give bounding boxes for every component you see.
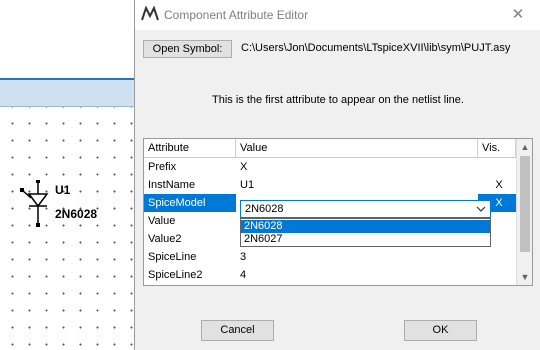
attribute-cell: Value	[148, 215, 176, 227]
spicemodel-combobox[interactable]: 2N6028	[240, 200, 491, 218]
pujt-symbol-icon[interactable]	[18, 180, 58, 230]
attribute-cell: InstName	[148, 179, 196, 191]
attribute-grid[interactable]: Attribute Value Vis. Prefix X InstName U…	[143, 138, 533, 286]
chevron-down-icon[interactable]	[476, 202, 486, 216]
attribute-cell: Prefix	[148, 161, 177, 173]
vertical-scrollbar[interactable]: ▲ ▼	[516, 139, 532, 285]
ltspice-app-icon	[141, 6, 159, 21]
component-attribute-editor-dialog: Component Attribute Editor ✕ Open Symbol…	[134, 0, 540, 350]
open-symbol-button[interactable]: Open Symbol:	[143, 40, 232, 58]
dropdown-option[interactable]: 2N6027	[241, 233, 490, 246]
table-row[interactable]: InstName U1 X	[144, 176, 516, 194]
visible-cell[interactable]	[478, 248, 516, 266]
component-part-label[interactable]: 2N6028	[55, 207, 97, 221]
attribute-cell: SpiceLine2	[148, 269, 203, 281]
table-row[interactable]: SpiceLine 3	[144, 248, 516, 266]
dialog-title: Component Attribute Editor	[164, 8, 309, 22]
attribute-cell: SpiceLine	[148, 251, 197, 263]
scrollbar-thumb[interactable]	[520, 156, 530, 252]
combobox-value: 2N6028	[245, 203, 284, 215]
value-cell[interactable]: X	[236, 158, 478, 176]
schematic-tab-strip	[0, 80, 134, 107]
dropdown-option[interactable]: 2N6028	[241, 220, 490, 233]
schematic-toolbar-area	[0, 0, 134, 78]
close-button[interactable]: ✕	[495, 0, 540, 30]
cancel-button[interactable]: Cancel	[201, 320, 274, 341]
scroll-up-icon[interactable]: ▲	[517, 139, 532, 155]
attribute-cell: SpiceModel	[144, 194, 236, 212]
value-cell[interactable]: 4	[236, 266, 478, 284]
scroll-down-icon[interactable]: ▼	[517, 269, 532, 285]
table-row[interactable]: SpiceLine2 4	[144, 266, 516, 284]
attribute-cell: Value2	[148, 233, 182, 245]
table-row[interactable]: Prefix X	[144, 158, 516, 176]
value-cell[interactable]: U1	[236, 176, 478, 194]
symbol-path: C:\Users\Jon\Documents\LTspiceXVII\lib\s…	[241, 42, 511, 54]
visible-cell[interactable]	[478, 266, 516, 284]
spicemodel-dropdown-list[interactable]: 2N6028 2N6027	[240, 218, 491, 247]
header-attribute[interactable]: Attribute	[144, 139, 236, 158]
ok-button[interactable]: OK	[404, 320, 477, 341]
header-visible[interactable]: Vis.	[478, 139, 516, 158]
visible-cell[interactable]: X	[478, 176, 516, 194]
title-bar[interactable]: Component Attribute Editor ✕	[135, 0, 540, 30]
value-cell[interactable]: 3	[236, 248, 478, 266]
netlist-info-text: This is the first attribute to appear on…	[212, 94, 464, 106]
visible-cell[interactable]	[478, 158, 516, 176]
component-ref-label[interactable]: U1	[55, 183, 70, 197]
header-value[interactable]: Value	[236, 139, 478, 158]
